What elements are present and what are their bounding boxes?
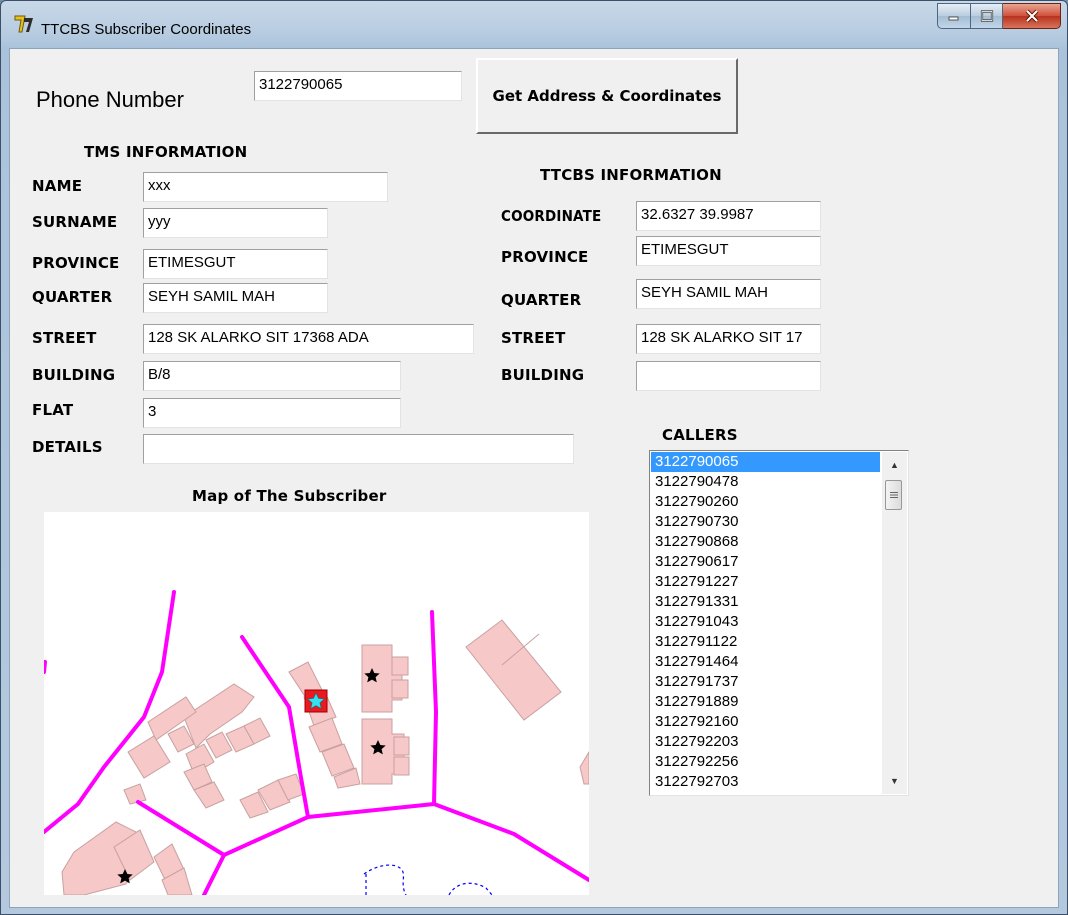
caller-list-item[interactable]: 3122792256 <box>651 752 880 772</box>
building <box>127 735 171 779</box>
flat-field[interactable]: 3 <box>143 398 401 428</box>
building <box>465 619 562 721</box>
grip-lines-icon <box>889 492 898 498</box>
road <box>44 590 176 834</box>
app-window: TTCBS Subscriber Coordinates Phone Numbe… <box>0 0 1068 915</box>
caller-list-item[interactable]: 3122792203 <box>651 732 880 752</box>
callers-listbox[interactable]: 3122790065 3122790478 3122790260 3122790730… <box>649 450 909 796</box>
window-title: TTCBS Subscriber Coordinates <box>41 21 252 38</box>
building <box>393 736 410 756</box>
tms-province-field[interactable]: ETIMESGUT <box>143 249 328 279</box>
building <box>361 644 403 713</box>
map-canvas <box>44 590 589 895</box>
name-label: NAME <box>32 177 83 195</box>
road <box>44 660 47 674</box>
ttcbs-street-label: STREET <box>501 329 566 347</box>
ttcbs-quarter-label: QUARTER <box>501 291 582 309</box>
tms-building-label: BUILDING <box>32 366 116 384</box>
caller-list-item[interactable]: 3122791737 <box>651 672 880 692</box>
caller-list-item[interactable]: 3122790730 <box>651 512 880 532</box>
caller-list-item[interactable]: 3122791331 <box>651 592 880 612</box>
tms-street-label: STREET <box>32 329 97 347</box>
client-area: Phone Number 3122790065 Get Address & Co… <box>9 48 1059 908</box>
caller-list-item[interactable]: 3122791464 <box>651 652 880 672</box>
building <box>579 751 589 785</box>
caller-list-item[interactable]: 3122790065 <box>651 452 880 472</box>
tms-quarter-field[interactable]: SEYH SAMIL MAH <box>143 283 328 313</box>
callers-scrollbar[interactable]: ▲ ▼ <box>882 452 907 794</box>
flat-label: FLAT <box>32 401 74 419</box>
building <box>391 656 409 676</box>
callers-heading: CALLERS <box>662 426 738 444</box>
maximize-button[interactable] <box>971 3 1003 29</box>
ttcbs-province-field[interactable]: ETIMESGUT <box>636 236 821 266</box>
boundary-line <box>448 882 493 895</box>
triangle-down-icon: ▼ <box>890 776 899 786</box>
caller-list-item[interactable]: 3122791043 <box>651 612 880 632</box>
tms-street-field[interactable]: 128 SK ALARKO SIT 17368 ADA <box>143 324 474 354</box>
map-buildings <box>61 619 589 895</box>
road <box>202 853 226 895</box>
close-icon <box>1025 9 1038 23</box>
caller-list-item[interactable]: 3122791122 <box>651 632 880 652</box>
caller-list-item[interactable]: 3122790478 <box>651 472 880 492</box>
phone-number-input[interactable]: 3122790065 <box>254 71 462 101</box>
ttcbs-building-field[interactable] <box>636 361 821 391</box>
caller-list-item[interactable]: 3122791227 <box>651 572 880 592</box>
coordinate-label: COORDINATE <box>501 207 602 225</box>
details-field[interactable] <box>143 434 574 464</box>
yellow-seven-logo-icon <box>14 15 33 33</box>
minimize-icon <box>948 16 959 21</box>
map-boundary <box>363 864 493 895</box>
scroll-thumb[interactable] <box>885 480 902 510</box>
road <box>136 800 589 882</box>
road <box>430 610 438 806</box>
minimize-button[interactable] <box>937 3 971 29</box>
tms-quarter-label: QUARTER <box>32 288 113 306</box>
subscriber-map[interactable] <box>44 512 589 895</box>
ttcbs-information-heading: TTCBS INFORMATION <box>540 166 722 184</box>
building <box>391 679 409 699</box>
caller-list-item[interactable]: 3122790617 <box>651 552 880 572</box>
get-address-coordinates-button[interactable]: Get Address & Coordinates <box>476 58 738 134</box>
details-label: DETAILS <box>32 438 103 456</box>
title-bar[interactable]: TTCBS Subscriber Coordinates <box>1 1 1067 47</box>
caller-list-item[interactable]: 3122792703 <box>651 772 880 792</box>
coordinate-field[interactable]: 32.6327 39.9987 <box>636 201 821 231</box>
ttcbs-province-label: PROVINCE <box>501 248 589 266</box>
scroll-up-button[interactable]: ▲ <box>882 454 907 476</box>
phone-number-label: Phone Number <box>36 87 184 112</box>
surname-field[interactable]: yyy <box>143 208 328 238</box>
maximize-icon <box>980 10 993 22</box>
ttcbs-building-label: BUILDING <box>501 366 585 384</box>
caller-list-item[interactable]: 3122790260 <box>651 492 880 512</box>
ttcbs-street-field[interactable]: 128 SK ALARKO SIT 17 <box>636 324 821 354</box>
caller-list-item[interactable]: 3122790868 <box>651 532 880 552</box>
name-field[interactable]: xxx <box>143 172 388 202</box>
ttcbs-quarter-field[interactable]: SEYH SAMIL MAH <box>636 279 821 309</box>
boundary-line <box>363 864 407 895</box>
surname-label: SURNAME <box>32 213 118 231</box>
map-heading: Map of The Subscriber <box>192 487 387 505</box>
caller-list-item[interactable]: 3122792160 <box>651 712 880 732</box>
tms-building-field[interactable]: B/8 <box>143 361 401 391</box>
scroll-down-button[interactable]: ▼ <box>882 770 907 792</box>
triangle-up-icon: ▲ <box>890 460 899 470</box>
close-button[interactable] <box>1003 3 1061 29</box>
tms-province-label: PROVINCE <box>32 254 120 272</box>
callers-list: 3122790065 3122790478 3122790260 3122790730… <box>651 452 880 792</box>
building <box>123 783 147 805</box>
caller-list-item[interactable]: 3122791889 <box>651 692 880 712</box>
tms-information-heading: TMS INFORMATION <box>84 143 248 161</box>
building <box>393 756 410 776</box>
